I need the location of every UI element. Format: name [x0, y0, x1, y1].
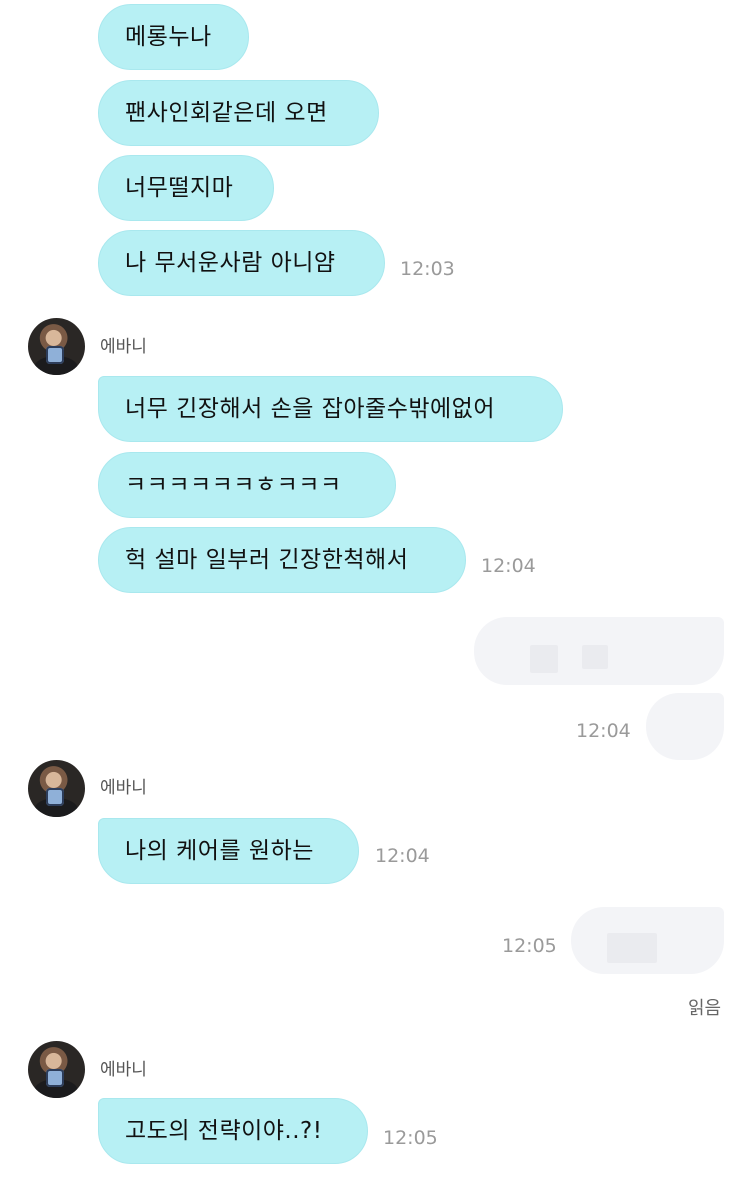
message-text: 헉 설마 일부러 긴장한척해서: [125, 547, 409, 573]
message-text: ㅋㅋㅋㅋㅋㅋㅎㅋㅋㅋ: [125, 472, 342, 498]
avatar-phone-icon: [46, 788, 64, 806]
message-bubble[interactable]: 너무떨지마: [98, 155, 274, 221]
message-bubble[interactable]: 나 무서운사람 아니얌: [98, 230, 385, 296]
sent-message-bubble[interactable]: [646, 693, 724, 760]
message-text: 팬사인회같은데 오면: [125, 100, 328, 126]
blurred-text: [530, 645, 558, 673]
message-timestamp: 12:04: [481, 555, 536, 577]
sender-name[interactable]: 에바니: [100, 337, 147, 357]
blurred-text: [582, 645, 608, 669]
message-bubble[interactable]: 고도의 전략이야..?!: [98, 1098, 368, 1164]
sender-name[interactable]: 에바니: [100, 778, 147, 798]
profile-avatar[interactable]: [28, 318, 85, 375]
profile-avatar[interactable]: [28, 760, 85, 817]
message-bubble[interactable]: 헉 설마 일부러 긴장한척해서: [98, 527, 466, 593]
message-bubble[interactable]: 메롱누나: [98, 4, 249, 70]
profile-avatar[interactable]: [28, 1041, 85, 1098]
message-text: 나 무서운사람 아니얌: [125, 250, 336, 276]
message-timestamp: 12:04: [576, 720, 631, 742]
message-timestamp: 12:03: [400, 258, 455, 280]
message-bubble[interactable]: 팬사인회같은데 오면: [98, 80, 379, 146]
message-text: 고도의 전략이야..?!: [125, 1118, 323, 1144]
read-receipt: 읽음: [688, 998, 722, 1019]
message-bubble[interactable]: ㅋㅋㅋㅋㅋㅋㅎㅋㅋㅋ: [98, 452, 396, 518]
sent-message-bubble[interactable]: [474, 617, 724, 685]
message-timestamp: 12:05: [383, 1127, 438, 1149]
blurred-text: [607, 933, 657, 963]
sender-name[interactable]: 에바니: [100, 1060, 147, 1080]
message-bubble[interactable]: 너무 긴장해서 손을 잡아줄수밖에없어: [98, 376, 563, 442]
avatar-phone-icon: [46, 1069, 64, 1087]
avatar-phone-icon: [46, 346, 64, 364]
sent-message-bubble[interactable]: [571, 907, 724, 974]
message-timestamp: 12:04: [375, 845, 430, 867]
chat-thread[interactable]: 메롱누나 팬사인회같은데 오면 너무떨지마 나 무서운사람 아니얌 12:03 …: [0, 0, 753, 1199]
message-text: 너무 긴장해서 손을 잡아줄수밖에없어: [125, 396, 495, 422]
message-timestamp: 12:05: [502, 935, 557, 957]
message-text: 메롱누나: [125, 24, 212, 50]
message-text: 나의 케어를 원하는: [125, 838, 314, 864]
message-text: 너무떨지마: [125, 175, 234, 201]
message-bubble[interactable]: 나의 케어를 원하는: [98, 818, 359, 884]
